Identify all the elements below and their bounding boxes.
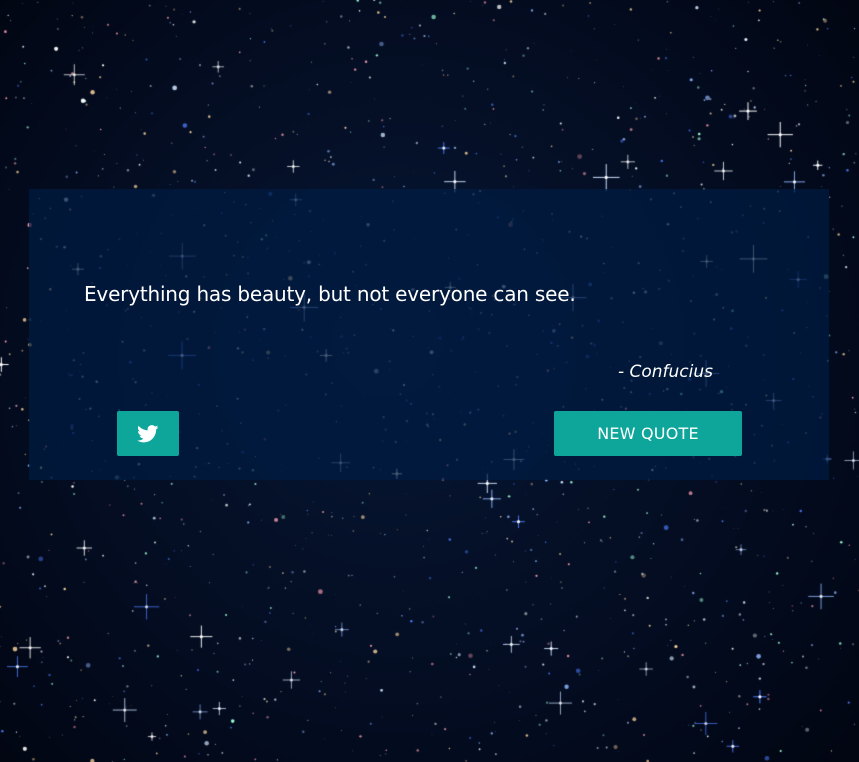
quote-card: Everything has beauty, but not everyone … — [29, 189, 829, 480]
tweet-button[interactable] — [117, 411, 179, 456]
new-quote-button[interactable]: NEW QUOTE — [554, 411, 742, 456]
quote-author: - Confucius — [617, 362, 713, 382]
twitter-icon — [137, 424, 159, 443]
quote-text: Everything has beauty, but not everyone … — [84, 282, 576, 306]
